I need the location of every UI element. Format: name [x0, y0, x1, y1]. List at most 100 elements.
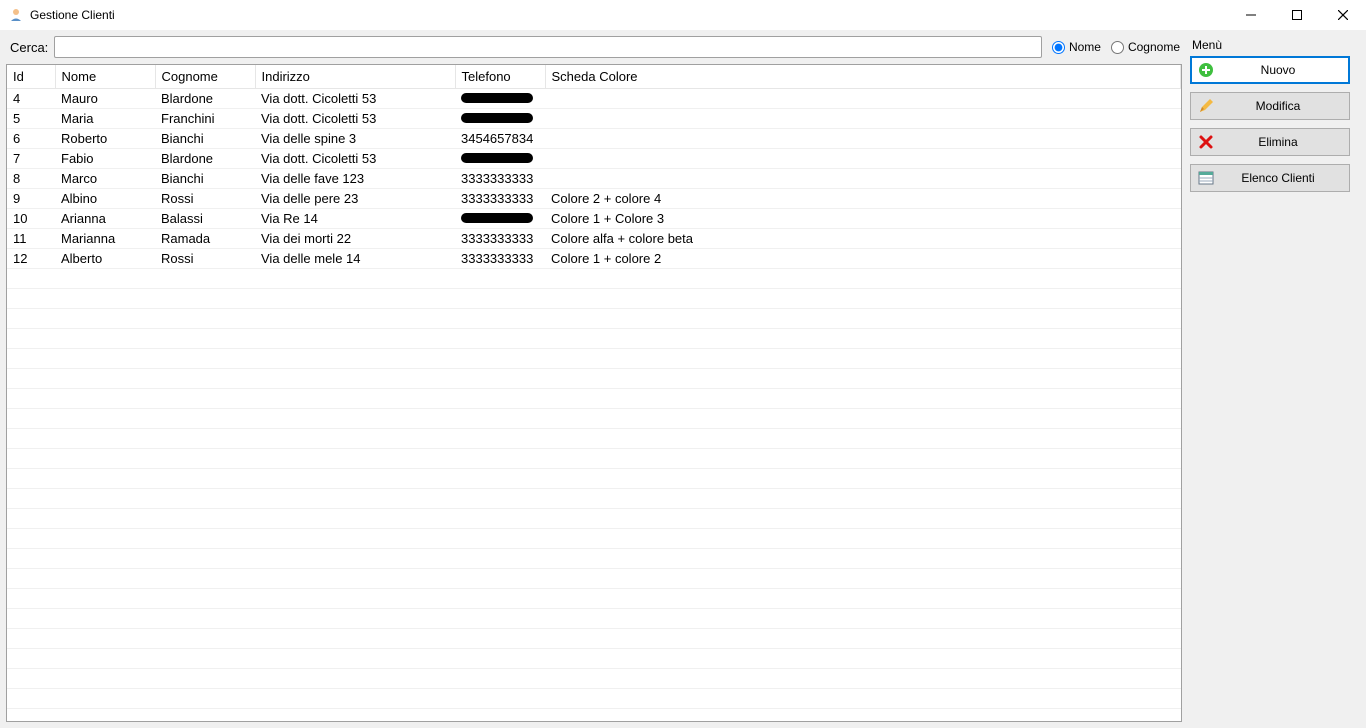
- cell: [455, 149, 545, 169]
- cell: Fabio: [55, 149, 155, 169]
- table-row[interactable]: 12AlbertoRossiVia delle mele 14333333333…: [7, 249, 1181, 269]
- table-row[interactable]: 5MariaFranchiniVia dott. Cicoletti 53: [7, 109, 1181, 129]
- elimina-label: Elimina: [1215, 135, 1341, 149]
- table-row-empty: [7, 429, 1181, 449]
- cell: Roberto: [55, 129, 155, 149]
- app-icon: [8, 7, 24, 23]
- cell: Marianna: [55, 229, 155, 249]
- col-cognome[interactable]: Cognome: [155, 65, 255, 89]
- table-row[interactable]: 8MarcoBianchiVia delle fave 123333333333…: [7, 169, 1181, 189]
- search-bar: Cerca: Nome Cognome: [6, 36, 1182, 64]
- cell: 3333333333: [455, 169, 545, 189]
- window-controls: [1228, 0, 1366, 30]
- table-row[interactable]: 11MariannaRamadaVia dei morti 2233333333…: [7, 229, 1181, 249]
- table-row-empty: [7, 389, 1181, 409]
- cell: Via dott. Cicoletti 53: [255, 149, 455, 169]
- table-row[interactable]: 4MauroBlardoneVia dott. Cicoletti 53: [7, 89, 1181, 109]
- cell: 10: [7, 209, 55, 229]
- redacted-phone: [461, 213, 533, 223]
- col-id[interactable]: Id: [7, 65, 55, 89]
- cell: Colore 1 + Colore 3: [545, 209, 1181, 229]
- table-row[interactable]: 9AlbinoRossiVia delle pere 233333333333C…: [7, 189, 1181, 209]
- modifica-label: Modifica: [1215, 99, 1341, 113]
- table-row-empty: [7, 449, 1181, 469]
- cell: 5: [7, 109, 55, 129]
- cell: Via dott. Cicoletti 53: [255, 89, 455, 109]
- table-row[interactable]: 10AriannaBalassiVia Re 14 Colore 1 + Colo…: [7, 209, 1181, 229]
- redacted-phone: [461, 153, 533, 163]
- cell: 8: [7, 169, 55, 189]
- cell: Colore 2 + colore 4: [545, 189, 1181, 209]
- table-row-empty: [7, 269, 1181, 289]
- cell: 7: [7, 149, 55, 169]
- cell: Balassi: [155, 209, 255, 229]
- table-row-empty: [7, 309, 1181, 329]
- redacted-phone: [461, 93, 533, 103]
- cell: Blardone: [155, 149, 255, 169]
- list-icon: [1197, 169, 1215, 187]
- table-row-empty: [7, 569, 1181, 589]
- table-row-empty: [7, 649, 1181, 669]
- cell: [545, 149, 1181, 169]
- radio-cognome[interactable]: Cognome: [1111, 40, 1180, 54]
- col-nome[interactable]: Nome: [55, 65, 155, 89]
- cell: 3454657834: [455, 129, 545, 149]
- search-input[interactable]: [54, 36, 1042, 58]
- cell: Rossi: [155, 249, 255, 269]
- cell: [455, 109, 545, 129]
- elenco-button[interactable]: Elenco Clienti: [1190, 164, 1350, 192]
- cell: Maria: [55, 109, 155, 129]
- cell: Albino: [55, 189, 155, 209]
- cell: Colore 1 + colore 2: [545, 249, 1181, 269]
- modifica-button[interactable]: Modifica: [1190, 92, 1350, 120]
- cell: [545, 129, 1181, 149]
- table-row-empty: [7, 669, 1181, 689]
- cell: Via Re 14: [255, 209, 455, 229]
- cell: [545, 109, 1181, 129]
- close-button[interactable]: [1320, 0, 1366, 30]
- cell: 6: [7, 129, 55, 149]
- col-scheda[interactable]: Scheda Colore: [545, 65, 1181, 89]
- cell: Via delle spine 3: [255, 129, 455, 149]
- table-row-empty: [7, 609, 1181, 629]
- minimize-button[interactable]: [1228, 0, 1274, 30]
- cell: Rossi: [155, 189, 255, 209]
- cell: Franchini: [155, 109, 255, 129]
- delete-icon: [1197, 133, 1215, 151]
- cell: Alberto: [55, 249, 155, 269]
- elimina-button[interactable]: Elimina: [1190, 128, 1350, 156]
- maximize-button[interactable]: [1274, 0, 1320, 30]
- cell: Arianna: [55, 209, 155, 229]
- col-telefono[interactable]: Telefono: [455, 65, 545, 89]
- titlebar: Gestione Clienti: [0, 0, 1366, 30]
- cell: Ramada: [155, 229, 255, 249]
- table-row-empty: [7, 469, 1181, 489]
- radio-nome[interactable]: Nome: [1052, 40, 1101, 54]
- table-row-empty: [7, 369, 1181, 389]
- nuovo-button[interactable]: Nuovo: [1190, 56, 1350, 84]
- cell: Colore alfa + colore beta: [545, 229, 1181, 249]
- cell: Via dei morti 22: [255, 229, 455, 249]
- table-row[interactable]: 7FabioBlardoneVia dott. Cicoletti 53: [7, 149, 1181, 169]
- table-row-empty: [7, 409, 1181, 429]
- cell: 3333333333: [455, 229, 545, 249]
- radio-cognome-input[interactable]: [1111, 41, 1124, 54]
- table-row-empty: [7, 629, 1181, 649]
- pencil-icon: [1197, 97, 1215, 115]
- col-indirizzo[interactable]: Indirizzo: [255, 65, 455, 89]
- clients-grid[interactable]: Id Nome Cognome Indirizzo Telefono Sched…: [6, 64, 1182, 722]
- table-row-empty: [7, 549, 1181, 569]
- radio-cognome-label: Cognome: [1128, 40, 1180, 54]
- table-row-empty: [7, 589, 1181, 609]
- redacted-phone: [461, 113, 533, 123]
- plus-icon: [1197, 61, 1215, 79]
- radio-nome-label: Nome: [1069, 40, 1101, 54]
- cell: Mauro: [55, 89, 155, 109]
- cell: Via delle mele 14: [255, 249, 455, 269]
- cell: 9: [7, 189, 55, 209]
- side-menu: Menù Nuovo Modifica Elimina Elenco Clien…: [1190, 36, 1360, 722]
- table-row[interactable]: 6RobertoBianchiVia delle spine 334546578…: [7, 129, 1181, 149]
- window-title: Gestione Clienti: [30, 8, 115, 22]
- cell: Via delle pere 23: [255, 189, 455, 209]
- radio-nome-input[interactable]: [1052, 41, 1065, 54]
